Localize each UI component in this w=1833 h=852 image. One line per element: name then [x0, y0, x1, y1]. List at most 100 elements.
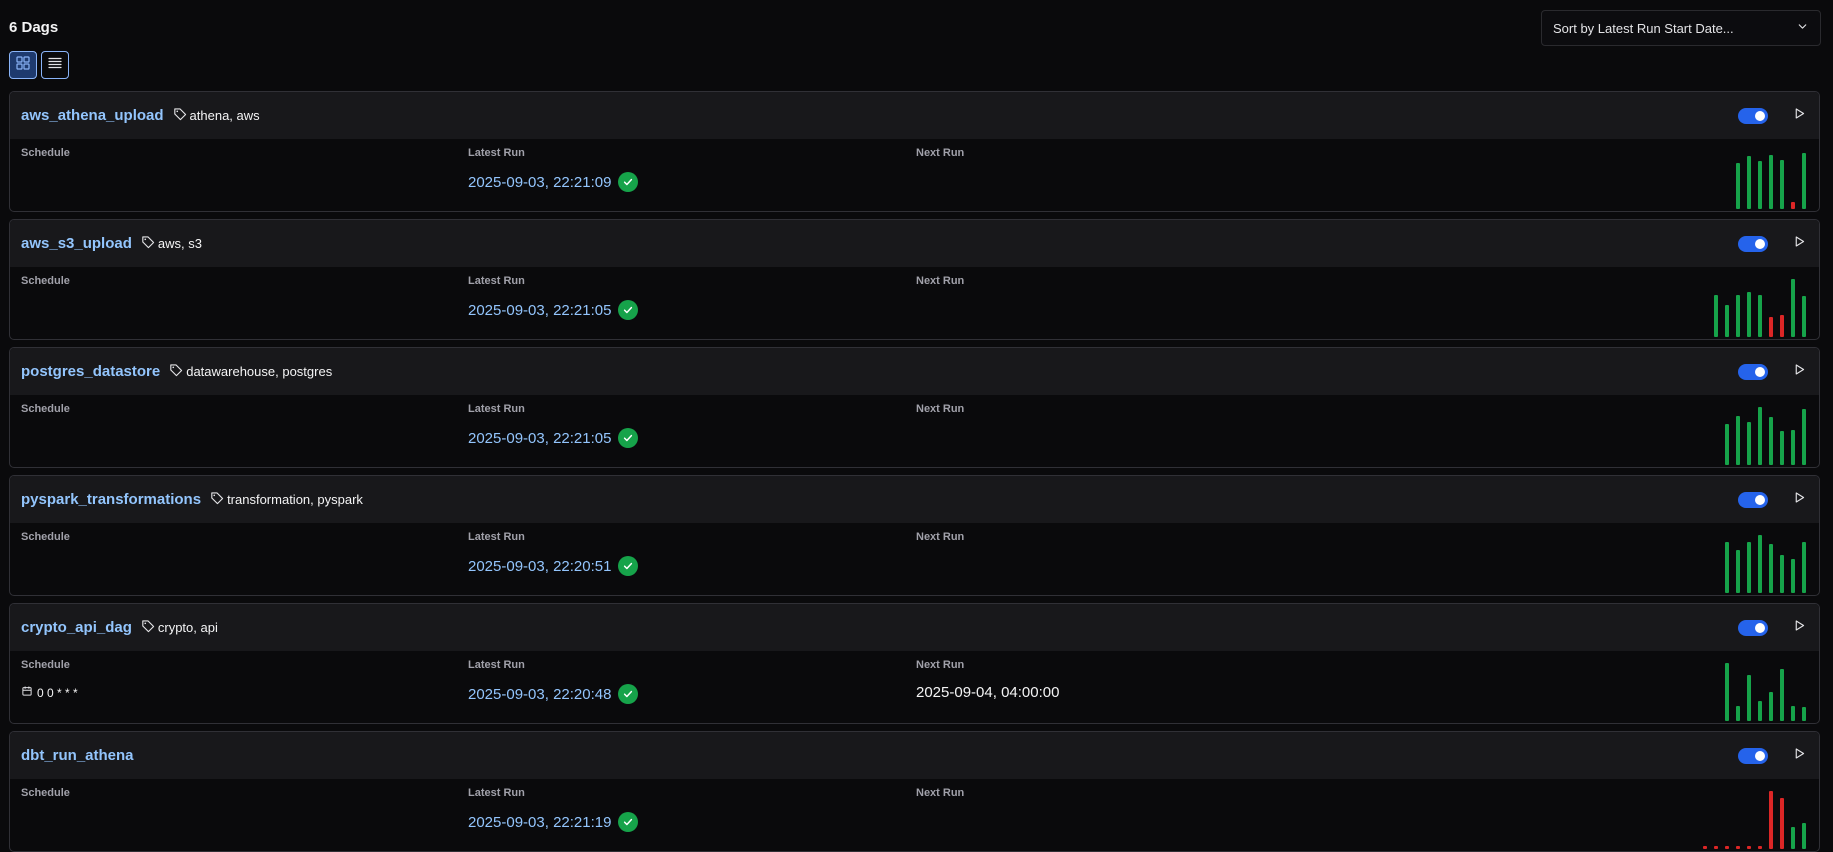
run-bar[interactable]	[1791, 202, 1795, 209]
run-bar[interactable]	[1802, 542, 1806, 593]
success-check-icon	[618, 428, 639, 448]
run-bar[interactable]	[1769, 544, 1773, 593]
latest-run-label: Latest Run	[468, 531, 525, 543]
latest-run-label: Latest Run	[468, 403, 525, 415]
run-bar[interactable]	[1714, 846, 1718, 849]
run-bar[interactable]	[1725, 542, 1729, 593]
run-bar[interactable]	[1802, 296, 1806, 337]
run-bar[interactable]	[1747, 846, 1751, 849]
trigger-dag-button[interactable]	[1790, 619, 1808, 637]
run-bar[interactable]	[1725, 846, 1729, 849]
next-run-label: Next Run	[916, 659, 965, 671]
run-bar[interactable]	[1791, 279, 1795, 337]
run-bar[interactable]	[1758, 407, 1762, 465]
dag-card-body: Schedule Latest Run Next Run 2025-09-03,…	[10, 139, 1819, 211]
trigger-dag-button[interactable]	[1790, 235, 1808, 253]
run-bar[interactable]	[1802, 153, 1806, 209]
run-bar[interactable]	[1736, 846, 1740, 849]
run-bar[interactable]	[1736, 550, 1740, 593]
run-bar[interactable]	[1802, 409, 1806, 465]
run-bar[interactable]	[1736, 295, 1740, 337]
run-bar[interactable]	[1725, 305, 1729, 337]
run-bar[interactable]	[1780, 669, 1784, 721]
run-bar[interactable]	[1736, 416, 1740, 465]
latest-run-link[interactable]: 2025-09-03, 22:21:19	[468, 812, 639, 832]
dag-card: pyspark_transformations transformation, …	[9, 475, 1820, 596]
latest-run-link[interactable]: 2025-09-03, 22:21:05	[468, 300, 639, 320]
dag-name-link[interactable]: pyspark_transformations	[21, 491, 201, 508]
dag-card-body: Schedule 0 0 * * * Latest Run Next Run 2…	[10, 651, 1819, 723]
trigger-dag-button[interactable]	[1790, 363, 1808, 381]
run-bar[interactable]	[1791, 559, 1795, 593]
run-bar[interactable]	[1714, 295, 1718, 337]
run-bar[interactable]	[1769, 155, 1773, 209]
latest-run-label: Latest Run	[468, 275, 525, 287]
dag-name-link[interactable]: crypto_api_dag	[21, 619, 132, 636]
dags-page: 6 Dags Sort by Latest Run Start Date...	[0, 0, 1833, 852]
pause-toggle[interactable]	[1738, 748, 1768, 764]
trigger-dag-button[interactable]	[1790, 107, 1808, 125]
dag-card: postgres_datastore datawarehouse, postgr…	[9, 347, 1820, 468]
run-bar[interactable]	[1802, 707, 1806, 721]
run-bar[interactable]	[1747, 542, 1751, 593]
success-check-icon	[618, 812, 639, 832]
pause-toggle[interactable]	[1738, 492, 1768, 508]
run-bar[interactable]	[1780, 160, 1784, 209]
run-bar[interactable]	[1780, 555, 1784, 593]
run-bar[interactable]	[1780, 315, 1784, 337]
schedule-label: Schedule	[21, 787, 70, 799]
dag-tags: datawarehouse, postgres	[168, 363, 332, 381]
dag-card-header: aws_athena_upload athena, aws	[10, 92, 1819, 139]
dag-name-link[interactable]: aws_athena_upload	[21, 107, 164, 124]
run-bar[interactable]	[1747, 675, 1751, 721]
next-run-label: Next Run	[916, 787, 965, 799]
run-bar[interactable]	[1791, 706, 1795, 721]
run-bar[interactable]	[1758, 846, 1762, 849]
run-bar[interactable]	[1758, 701, 1762, 721]
dag-tags: transformation, pyspark	[209, 491, 363, 509]
table-view-button[interactable]	[41, 51, 69, 79]
dag-tags-text: transformation, pyspark	[227, 492, 363, 507]
run-bar[interactable]	[1780, 798, 1784, 849]
run-bar[interactable]	[1703, 846, 1707, 849]
run-bar[interactable]	[1769, 417, 1773, 465]
latest-run-link[interactable]: 2025-09-03, 22:20:48	[468, 684, 639, 704]
pause-toggle[interactable]	[1738, 620, 1768, 636]
run-bar[interactable]	[1791, 430, 1795, 465]
schedule-label: Schedule	[21, 147, 70, 159]
sort-select[interactable]: Sort by Latest Run Start Date...	[1541, 10, 1821, 46]
card-view-button[interactable]	[9, 51, 37, 79]
run-bar[interactable]	[1725, 663, 1729, 721]
pause-toggle[interactable]	[1738, 236, 1768, 252]
latest-run-link[interactable]: 2025-09-03, 22:21:05	[468, 428, 639, 448]
run-bar[interactable]	[1791, 827, 1795, 849]
dag-name-link[interactable]: dbt_run_athena	[21, 747, 134, 764]
trigger-dag-button[interactable]	[1790, 491, 1808, 509]
schedule-label: Schedule	[21, 659, 70, 671]
run-bar[interactable]	[1802, 823, 1806, 849]
dag-name-link[interactable]: aws_s3_upload	[21, 235, 132, 252]
dag-name-link[interactable]: postgres_datastore	[21, 363, 160, 380]
pause-toggle[interactable]	[1738, 108, 1768, 124]
latest-run-link[interactable]: 2025-09-03, 22:21:09	[468, 172, 639, 192]
run-bar[interactable]	[1769, 791, 1773, 849]
run-bar[interactable]	[1736, 163, 1740, 209]
run-bar[interactable]	[1725, 424, 1729, 465]
run-bar[interactable]	[1747, 156, 1751, 209]
latest-run-label: Latest Run	[468, 659, 525, 671]
run-bar[interactable]	[1758, 295, 1762, 337]
trigger-dag-button[interactable]	[1790, 747, 1808, 765]
run-bar[interactable]	[1758, 161, 1762, 209]
run-bar[interactable]	[1758, 535, 1762, 593]
success-check-icon	[618, 556, 639, 576]
run-bar[interactable]	[1780, 431, 1784, 465]
dag-tags-text: aws, s3	[157, 236, 202, 251]
run-bar[interactable]	[1747, 292, 1751, 337]
latest-run-link[interactable]: 2025-09-03, 22:20:51	[468, 556, 639, 576]
run-bar[interactable]	[1747, 422, 1751, 465]
run-bar[interactable]	[1769, 317, 1773, 337]
play-icon	[1793, 619, 1806, 637]
run-bar[interactable]	[1736, 706, 1740, 721]
run-bar[interactable]	[1769, 692, 1773, 721]
pause-toggle[interactable]	[1738, 364, 1768, 380]
